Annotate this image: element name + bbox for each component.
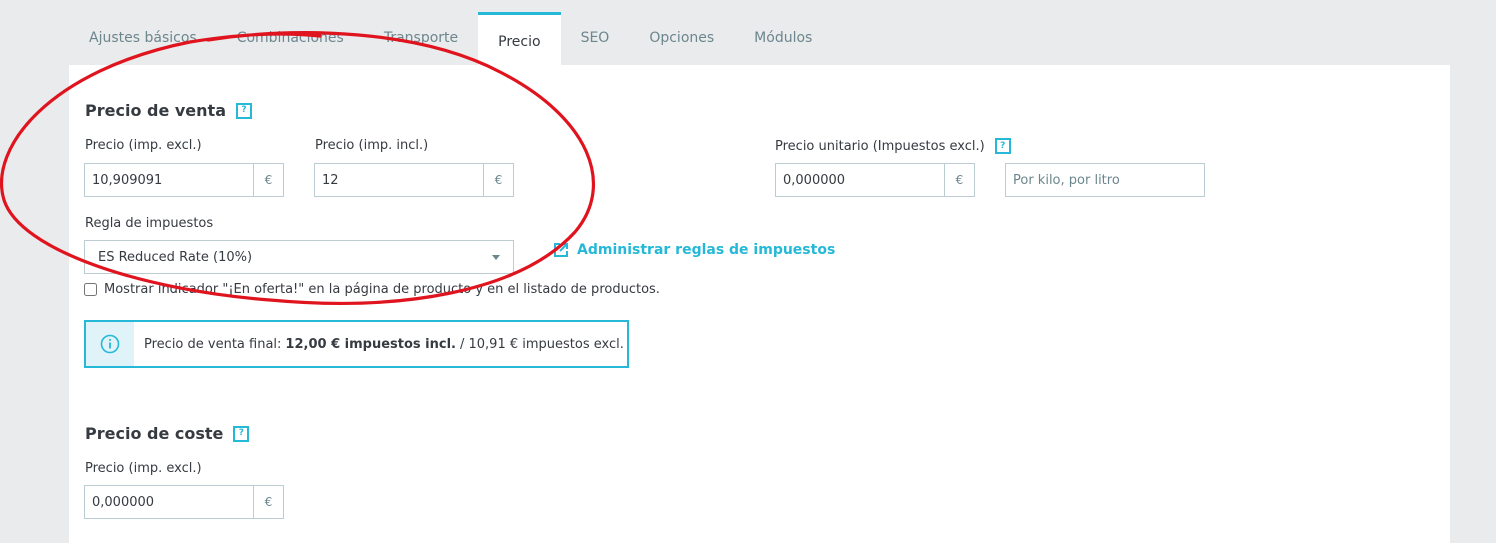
tab-opciones[interactable]: Opciones — [629, 12, 734, 65]
final-price-message: Precio de venta final: 12,00 € impuestos… — [134, 322, 624, 366]
tab-ajustes-basicos[interactable]: Ajustes básicos — [69, 12, 217, 65]
unit-price-label-row: Precio unitario (Impuestos excl.) ? — [775, 138, 1011, 154]
tax-rule-select[interactable]: ES Reduced Rate (10%) — [84, 240, 514, 274]
sale-price-title: Precio de venta — [85, 101, 226, 120]
help-icon[interactable]: ? — [994, 138, 1011, 154]
final-price-prefix: Precio de venta final: — [144, 336, 282, 352]
tax-rule-value: ES Reduced Rate (10%) — [98, 249, 253, 265]
price-incl-label: Precio (imp. incl.) — [315, 138, 429, 153]
currency-addon: € — [944, 164, 974, 196]
cost-price-label: Precio (imp. excl.) — [85, 461, 202, 476]
on-sale-checkbox[interactable] — [84, 283, 97, 296]
cost-price-heading: Precio de coste ? — [85, 424, 250, 443]
chevron-down-icon — [492, 254, 500, 260]
currency-addon: € — [253, 486, 283, 518]
tab-transporte[interactable]: Transporte — [364, 12, 478, 65]
price-excl-input[interactable] — [85, 164, 253, 196]
unit-type-input[interactable] — [1006, 164, 1204, 196]
tab-combinaciones[interactable]: Combinaciones — [217, 12, 364, 65]
final-price-alert: Precio de venta final: 12,00 € impuestos… — [84, 320, 629, 368]
manage-tax-rules-link[interactable]: Administrar reglas de impuestos — [553, 240, 835, 260]
unit-type-group — [1005, 163, 1205, 197]
price-incl-group: € — [314, 163, 514, 197]
help-icon[interactable]: ? — [236, 102, 252, 119]
info-icon — [100, 334, 120, 354]
external-link-icon — [554, 243, 568, 257]
help-icon[interactable]: ? — [233, 425, 250, 442]
tab-modulos[interactable]: Módulos — [734, 12, 832, 65]
cost-price-title: Precio de coste — [85, 424, 224, 443]
on-sale-label: Mostrar indicador "¡En oferta!" en la pá… — [104, 282, 660, 297]
currency-addon: € — [483, 164, 513, 196]
currency-addon: € — [253, 164, 283, 196]
sale-price-heading: Precio de venta ? — [85, 101, 252, 120]
manage-tax-rules-text: Administrar reglas de impuestos — [577, 242, 836, 258]
tax-rule-label: Regla de impuestos — [85, 216, 214, 231]
final-price-incl: 12,00 € impuestos incl. — [285, 336, 456, 352]
unit-price-input[interactable] — [776, 164, 944, 196]
price-excl-group: € — [84, 163, 284, 197]
price-panel: Precio de venta ? Precio (imp. excl.) € … — [69, 65, 1450, 543]
cost-price-input[interactable] — [85, 486, 253, 518]
price-incl-input[interactable] — [315, 164, 483, 196]
unit-price-group: € — [775, 163, 975, 197]
tab-precio[interactable]: Precio — [478, 12, 561, 65]
cost-price-group: € — [84, 485, 284, 519]
price-excl-label: Precio (imp. excl.) — [85, 138, 202, 153]
info-icon-box — [86, 322, 134, 366]
final-price-excl: / 10,91 € impuestos excl. — [459, 336, 624, 352]
tab-seo[interactable]: SEO — [561, 12, 630, 65]
tab-bar: Ajustes básicos Combinaciones Transporte… — [69, 12, 832, 65]
unit-price-label: Precio unitario (Impuestos excl.) — [775, 138, 985, 154]
on-sale-row[interactable]: Mostrar indicador "¡En oferta!" en la pá… — [84, 282, 660, 297]
